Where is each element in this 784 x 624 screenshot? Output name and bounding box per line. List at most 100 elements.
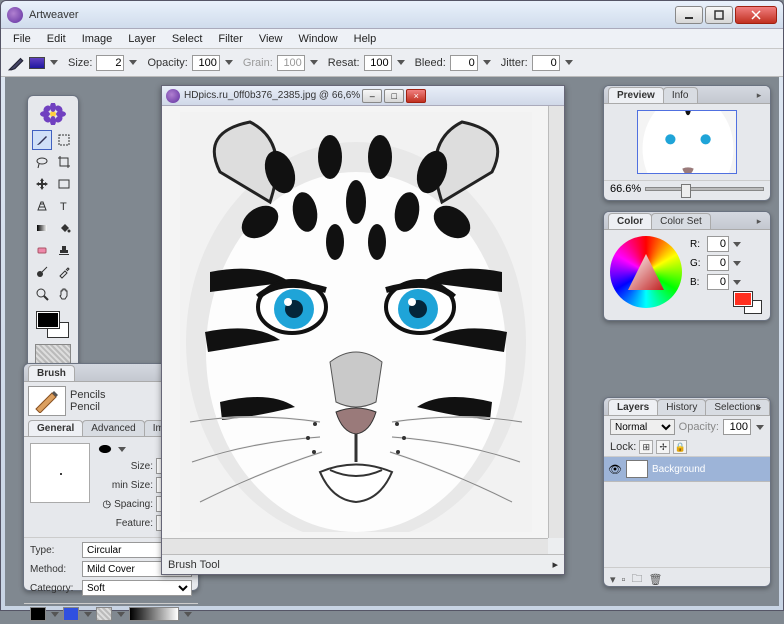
tool-lasso[interactable] (32, 152, 52, 172)
menu-window[interactable]: Window (291, 31, 346, 47)
lock-all-button[interactable]: 🔒 (673, 440, 687, 454)
panel-menu-icon[interactable] (752, 214, 766, 228)
subtab-advanced[interactable]: Advanced (82, 420, 144, 436)
chevron-down-icon[interactable] (84, 612, 92, 617)
horizontal-scrollbar[interactable] (162, 538, 548, 554)
resat-input[interactable] (364, 55, 392, 71)
tool-brush[interactable] (32, 130, 52, 150)
brush-variant-thumb[interactable] (28, 386, 66, 416)
tool-dodge[interactable] (32, 262, 52, 282)
tool-zoom[interactable] (32, 284, 52, 304)
menu-view[interactable]: View (251, 31, 291, 47)
color-fg-swatch[interactable] (734, 292, 752, 306)
tool-gradient[interactable] (32, 218, 52, 238)
b-input[interactable] (707, 274, 729, 290)
layer-thumbnail[interactable] (626, 460, 648, 478)
color-wheel[interactable] (610, 236, 682, 308)
close-button[interactable] (735, 6, 777, 24)
chevron-down-icon[interactable]: ▾ (610, 573, 616, 586)
chevron-down-icon[interactable] (565, 60, 573, 65)
visibility-eye-icon[interactable]: 👁 (608, 462, 622, 476)
maximize-button[interactable] (705, 6, 733, 24)
brush-color-swatch[interactable] (29, 57, 45, 69)
chevron-down-icon[interactable] (51, 612, 59, 617)
tool-eraser[interactable] (32, 240, 52, 260)
tab-layers[interactable]: Layers (608, 399, 658, 415)
tool-stamp[interactable] (54, 240, 74, 260)
lock-position-button[interactable]: ✢ (656, 440, 670, 454)
tool-fill[interactable] (54, 218, 74, 238)
r-input[interactable] (707, 236, 729, 252)
menu-file[interactable]: File (5, 31, 39, 47)
opacity-input[interactable] (192, 55, 220, 71)
layer-opacity-input[interactable] (723, 419, 751, 435)
blend-mode-select[interactable]: Normal (610, 419, 675, 435)
tab-preview[interactable]: Preview (608, 87, 664, 103)
brush-tip-shape-icon[interactable] (96, 443, 114, 455)
menu-help[interactable]: Help (346, 31, 385, 47)
tool-move[interactable] (32, 174, 52, 194)
chevron-down-icon[interactable] (50, 60, 58, 65)
tab-brush[interactable]: Brush (28, 365, 75, 381)
color-swatches[interactable] (35, 310, 71, 340)
tab-color[interactable]: Color (608, 213, 652, 229)
tool-marquee[interactable] (54, 130, 74, 150)
brush-tool-icon[interactable] (7, 54, 25, 72)
menu-edit[interactable]: Edit (39, 31, 74, 47)
size-input[interactable] (96, 55, 124, 71)
tab-colorset[interactable]: Color Set (651, 213, 711, 229)
minimize-button[interactable] (675, 6, 703, 24)
brush-color-a[interactable] (30, 607, 46, 621)
tool-hand[interactable] (54, 284, 74, 304)
preview-thumbnail[interactable] (637, 110, 737, 174)
tab-history[interactable]: History (657, 399, 706, 415)
chevron-down-icon[interactable] (129, 60, 137, 65)
brush-color-b[interactable] (63, 607, 79, 621)
chevron-down-icon[interactable] (733, 280, 741, 285)
layer-row[interactable]: 👁 Background (604, 457, 770, 482)
menu-filter[interactable]: Filter (210, 31, 250, 47)
chevron-down-icon[interactable] (118, 447, 126, 452)
color-panel-swatches[interactable] (734, 292, 762, 314)
chevron-down-icon[interactable] (733, 242, 741, 247)
jitter-input[interactable] (532, 55, 560, 71)
foreground-color-swatch[interactable] (37, 312, 59, 328)
g-input[interactable] (707, 255, 729, 271)
doc-maximize-button[interactable]: □ (384, 89, 404, 103)
chevron-down-icon[interactable] (225, 60, 233, 65)
panel-menu-icon[interactable] (752, 400, 766, 414)
lock-pixels-button[interactable]: ⊞ (639, 440, 653, 454)
clock-icon[interactable]: ◷ (102, 499, 111, 510)
subtab-general[interactable]: General (28, 420, 83, 436)
status-caret-icon[interactable]: ▸ (552, 558, 558, 571)
tab-info[interactable]: Info (663, 87, 698, 103)
menu-layer[interactable]: Layer (120, 31, 164, 47)
menu-image[interactable]: Image (74, 31, 121, 47)
doc-minimize-button[interactable]: – (362, 89, 382, 103)
brush-gradient[interactable] (129, 607, 179, 621)
canvas-viewport[interactable] (162, 106, 548, 538)
zoom-slider[interactable] (645, 187, 764, 191)
panel-menu-icon[interactable] (752, 88, 766, 102)
brush-category-select[interactable]: Soft (82, 580, 192, 596)
new-layer-button[interactable]: ▫ (622, 574, 626, 586)
brush-texture[interactable] (96, 607, 112, 621)
tool-eyedropper[interactable] (54, 262, 74, 282)
menu-select[interactable]: Select (164, 31, 211, 47)
delete-layer-button[interactable]: 🗑 (648, 573, 662, 586)
tool-text[interactable]: T (54, 196, 74, 216)
vertical-scrollbar[interactable] (548, 106, 564, 538)
doc-close-button[interactable]: × (406, 89, 426, 103)
new-group-button[interactable]: 🗀 (631, 570, 642, 589)
chevron-down-icon[interactable] (483, 60, 491, 65)
chevron-down-icon[interactable] (756, 425, 764, 430)
chevron-down-icon[interactable] (733, 261, 741, 266)
chevron-down-icon[interactable] (184, 612, 192, 617)
chevron-down-icon[interactable] (117, 612, 125, 617)
bleed-input[interactable] (450, 55, 478, 71)
tool-perspective[interactable] (32, 196, 52, 216)
chevron-down-icon[interactable] (397, 60, 405, 65)
tool-shape[interactable] (54, 174, 74, 194)
canvas-image[interactable] (180, 112, 532, 532)
tool-crop[interactable] (54, 152, 74, 172)
